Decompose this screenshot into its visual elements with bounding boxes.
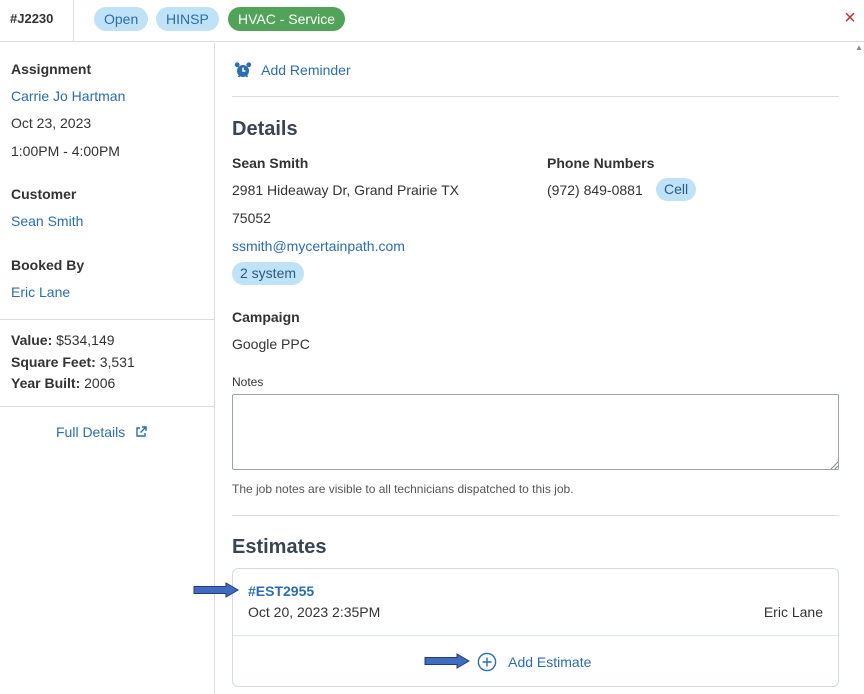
external-link-icon — [136, 426, 147, 437]
customer-link[interactable]: Sean Smith — [11, 213, 83, 229]
square-feet-value: 3,531 — [99, 354, 135, 370]
estimates-title: Estimates — [232, 536, 327, 558]
assignee-link[interactable]: Carrie Jo Hartman — [11, 88, 125, 104]
estimates-card: #EST2955 Oct 20, 2023 2:35PM Eric Lane A… — [232, 568, 839, 687]
phone-type-badge: Cell — [656, 178, 697, 201]
notes-help-text: The job notes are visible to all technic… — [232, 482, 574, 496]
add-estimate-label: Add Estimate — [508, 654, 592, 670]
booked-by-link[interactable]: Eric Lane — [11, 284, 70, 300]
status-badge: Open — [94, 7, 149, 31]
estimate-id-link[interactable]: #EST2955 — [248, 583, 314, 599]
annotation-arrow-icon — [193, 582, 239, 598]
job-detail-main: Add Reminder Details Sean Smith 2981 Hid… — [216, 43, 864, 694]
notes-textarea[interactable] — [232, 394, 839, 470]
estimate-date: Oct 20, 2023 2:35PM — [248, 604, 381, 620]
home-value: Value: $534,149 — [11, 332, 115, 348]
assignment-label: Assignment — [11, 61, 92, 77]
year-built-value: 2006 — [84, 375, 116, 391]
systems-badge[interactable]: 2 system — [232, 262, 305, 285]
sidebar-divider — [0, 406, 215, 407]
job-type-badge: HVAC - Service — [228, 7, 345, 31]
address-line-1: 2981 Hideaway Dr, Grand Prairie TX — [232, 182, 459, 198]
address-line-2: 75052 — [232, 210, 271, 226]
notes-label: Notes — [232, 375, 264, 389]
year-built-label: Year Built: — [11, 375, 81, 391]
year-built: Year Built: 2006 — [11, 375, 115, 391]
customer-email-link[interactable]: ssmith@mycertainpath.com — [232, 238, 405, 254]
section-divider — [232, 96, 839, 97]
square-feet: Square Feet: 3,531 — [11, 354, 135, 370]
appointment-time: 1:00PM - 4:00PM — [11, 143, 120, 159]
square-feet-label: Square Feet: — [11, 354, 96, 370]
customer-name: Sean Smith — [232, 155, 309, 171]
add-estimate-button[interactable]: Add Estimate — [477, 652, 591, 672]
resize-grip-icon[interactable] — [830, 461, 839, 470]
phone-number[interactable]: (972) 849-0881 — [547, 182, 643, 198]
booked-by-label: Booked By — [11, 257, 85, 273]
tag-badge: HINSP — [156, 7, 219, 31]
sidebar-divider — [0, 319, 215, 320]
full-details-label: Full Details — [56, 424, 126, 440]
card-divider — [233, 635, 838, 636]
job-sidebar: Assignment Carrie Jo Hartman Oct 23, 202… — [0, 43, 215, 694]
home-value-amount: $534,149 — [56, 332, 115, 348]
close-icon[interactable]: × — [842, 7, 858, 29]
plus-circle-icon — [477, 652, 497, 672]
add-reminder-button[interactable]: Add Reminder — [234, 61, 351, 79]
appointment-date: Oct 23, 2023 — [11, 115, 92, 131]
job-id: #J2230 — [0, 0, 74, 42]
full-details-link[interactable]: Full Details — [56, 424, 147, 440]
job-header: #J2230 Open HINSP HVAC - Service × — [0, 0, 864, 42]
section-divider — [232, 515, 839, 516]
estimate-created-by: Eric Lane — [763, 604, 823, 620]
details-title: Details — [232, 118, 298, 140]
customer-label: Customer — [11, 186, 77, 202]
add-reminder-label: Add Reminder — [261, 62, 351, 78]
annotation-arrow-icon — [424, 653, 470, 669]
home-value-label: Value: — [11, 332, 53, 348]
phone-numbers-label: Phone Numbers — [547, 155, 655, 171]
campaign-value: Google PPC — [232, 336, 310, 352]
campaign-label: Campaign — [232, 309, 300, 325]
alarm-clock-icon — [234, 62, 252, 78]
